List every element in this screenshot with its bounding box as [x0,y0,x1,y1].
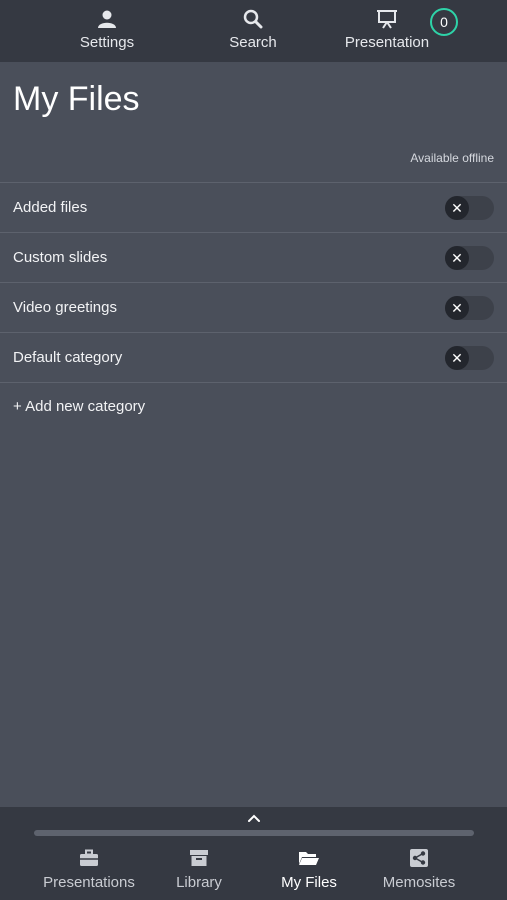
search-label: Search [229,34,277,51]
share-icon [359,847,479,869]
tab-my-files[interactable]: My Files [249,847,369,891]
list-item: Custom slides ✕ [0,232,507,282]
chevron-up-icon[interactable] [244,811,264,825]
offline-toggle[interactable]: ✕ [445,296,494,320]
presentation-label: Presentation [344,34,430,51]
drawer-handle[interactable] [34,830,474,836]
settings-label: Settings [79,34,135,51]
list-item: Video greetings ✕ [0,282,507,332]
close-icon: ✕ [445,196,469,220]
available-offline-header: Available offline [410,151,494,165]
tab-library-label: Library [176,874,222,891]
offline-toggle[interactable]: ✕ [445,196,494,220]
add-new-category-button[interactable]: + Add new category [13,398,145,415]
settings-button[interactable]: Settings [47,8,167,51]
category-label: Video greetings [13,299,117,316]
bottom-navigation: Presentations Library My Files Memosites [0,807,507,900]
category-list: Added files ✕ Custom slides ✕ Video gree… [0,182,507,383]
archive-box-icon [139,847,259,869]
category-label: Custom slides [13,249,108,266]
folder-open-icon [249,847,369,869]
tab-presentations[interactable]: Presentations [29,847,149,891]
page-title: My Files [13,80,140,118]
top-navigation: Settings Search Presentation 0 [0,0,507,62]
category-label: Added files [13,199,88,216]
search-icon [193,8,313,30]
tab-presentations-label: Presentations [43,874,135,891]
presentation-button[interactable]: Presentation [327,8,447,51]
person-icon [47,8,167,30]
offline-toggle[interactable]: ✕ [445,246,494,270]
presentation-count-badge[interactable]: 0 [430,8,458,36]
tab-my-files-label: My Files [281,874,337,891]
briefcase-icon [29,847,149,869]
offline-toggle[interactable]: ✕ [445,346,494,370]
presentation-icon [327,8,447,30]
close-icon: ✕ [445,246,469,270]
close-icon: ✕ [445,346,469,370]
tab-library[interactable]: Library [139,847,259,891]
list-item: Default category ✕ [0,332,507,383]
tab-memosites[interactable]: Memosites [359,847,479,891]
category-label: Default category [13,349,123,366]
my-files-page: My Files Available offline Added files ✕… [0,62,507,807]
tab-memosites-label: Memosites [382,874,456,891]
list-item: Added files ✕ [0,182,507,232]
close-icon: ✕ [445,296,469,320]
search-button[interactable]: Search [193,8,313,51]
